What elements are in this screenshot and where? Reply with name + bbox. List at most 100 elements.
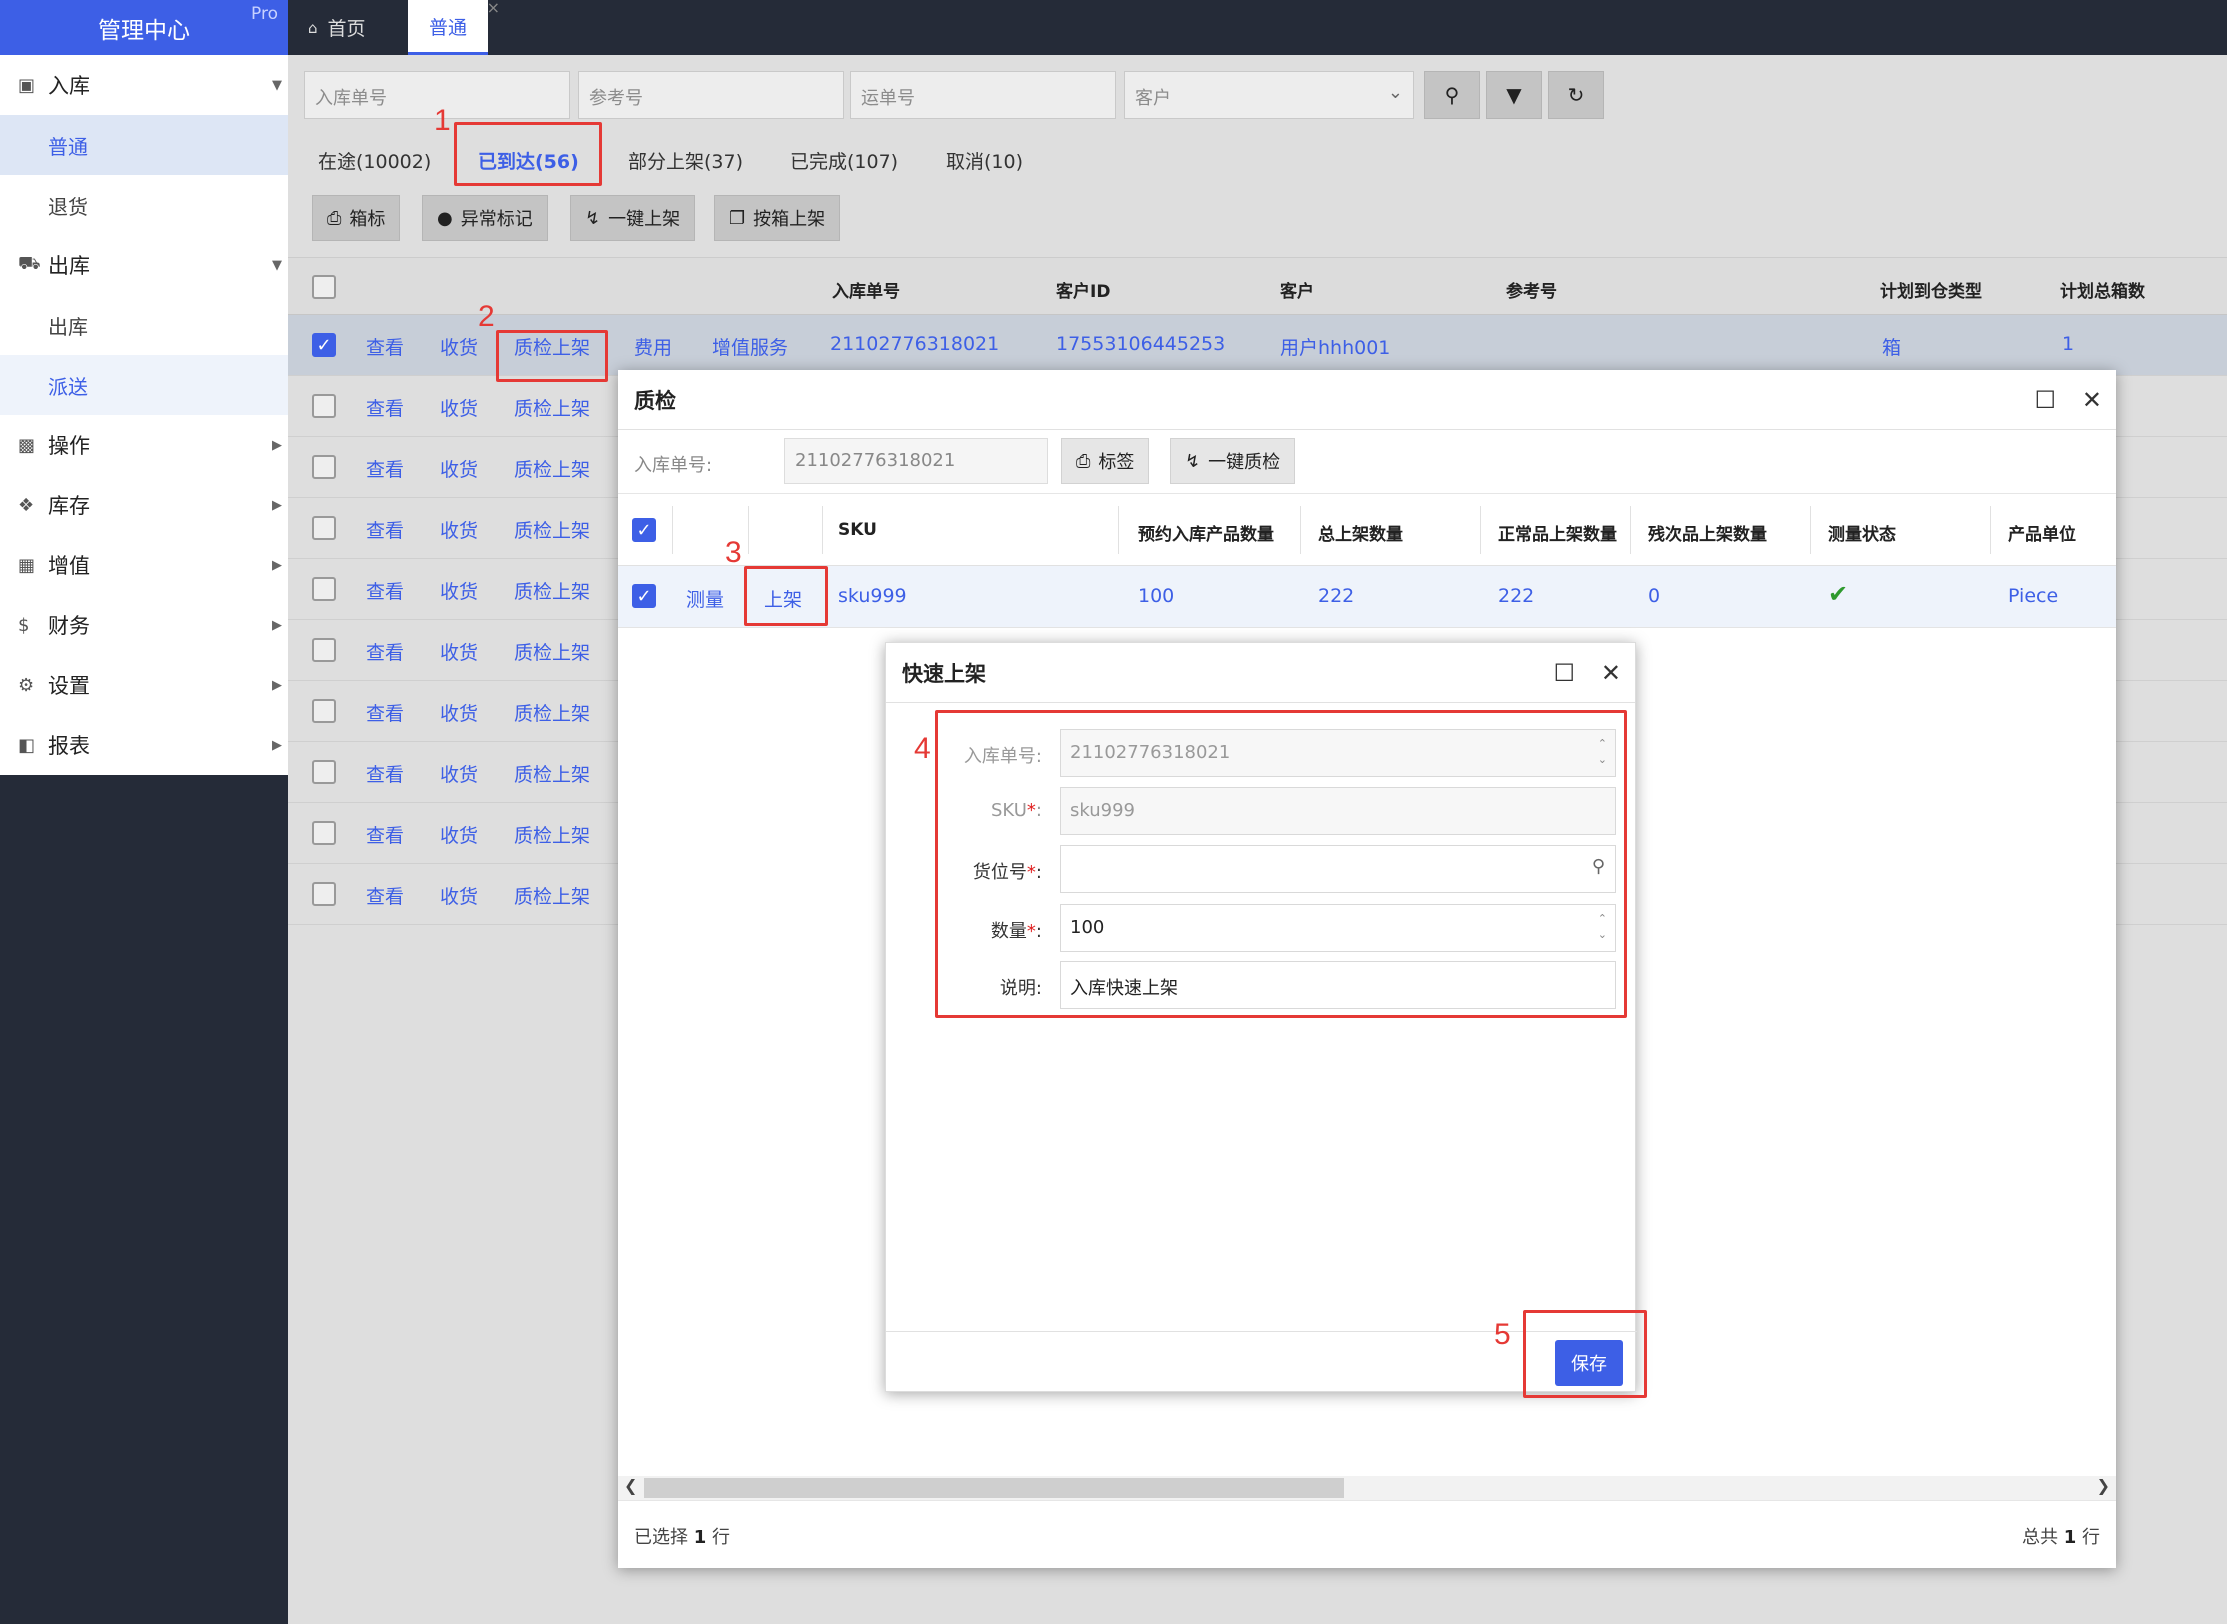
- menu-operation[interactable]: ▩ 操作 ▶: [0, 415, 288, 475]
- menu-outbound-out[interactable]: 出库: [0, 295, 288, 355]
- qc-shelve-link[interactable]: 质检上架: [514, 516, 590, 543]
- receive-link[interactable]: 收货: [440, 455, 478, 482]
- app-logo[interactable]: 管理中心 Pro: [0, 0, 288, 55]
- maximize-icon[interactable]: ☐: [2034, 386, 2056, 414]
- qc-modal-header: 质检 ☐ ✕: [618, 370, 2116, 430]
- row-checkbox[interactable]: [312, 638, 336, 662]
- menu-inventory[interactable]: ❖ 库存 ▶: [0, 475, 288, 535]
- tab-partial-shelved[interactable]: 部分上架(37): [628, 147, 743, 174]
- qc-label-button[interactable]: ⎙ 标签: [1061, 438, 1150, 484]
- receive-link[interactable]: 收货: [440, 760, 478, 787]
- maximize-icon[interactable]: ☐: [1553, 659, 1575, 687]
- search-button[interactable]: ⚲: [1424, 71, 1480, 119]
- qc-one-click-text: 一键质检: [1208, 452, 1281, 473]
- receive-link[interactable]: 收货: [440, 821, 478, 848]
- horizontal-scrollbar[interactable]: ❮ ❯: [618, 1476, 2116, 1500]
- close-tab-icon[interactable]: ×: [487, 0, 500, 17]
- row-checkbox[interactable]: [312, 821, 336, 845]
- menu-reports[interactable]: ◧ 报表 ▶: [0, 715, 288, 775]
- qc-shelve-link[interactable]: 质检上架: [514, 882, 590, 909]
- menu-settings[interactable]: ⚙ 设置 ▶: [0, 655, 288, 715]
- close-icon[interactable]: ✕: [2082, 386, 2102, 414]
- menu-outbound-delivery[interactable]: 派送: [0, 355, 288, 415]
- refresh-button[interactable]: ↻: [1548, 71, 1604, 119]
- qc-shelve-link[interactable]: 质检上架: [514, 638, 590, 665]
- row-checkbox[interactable]: [312, 699, 336, 723]
- scroll-left-icon[interactable]: ❮: [624, 1476, 637, 1495]
- menu-outbound[interactable]: ⛟ 出库 ▼: [0, 235, 288, 295]
- waybill-no-input[interactable]: 运单号: [850, 71, 1116, 119]
- qc-shelve-link[interactable]: 质检上架: [514, 760, 590, 787]
- qc-inbound-input[interactable]: 21102776318021: [784, 438, 1048, 484]
- customer-select[interactable]: 客户 ⌄: [1124, 71, 1414, 119]
- selected-count: 已选择 1 行: [634, 1523, 730, 1549]
- menu-finance[interactable]: $ 财务 ▶: [0, 595, 288, 655]
- receive-link[interactable]: 收货: [440, 516, 478, 543]
- total-prefix: 总共: [2022, 1527, 2058, 1548]
- filter-button[interactable]: ▼: [1486, 71, 1542, 119]
- receive-link[interactable]: 收货: [440, 638, 478, 665]
- view-link[interactable]: 查看: [366, 455, 404, 482]
- view-link[interactable]: 查看: [366, 333, 404, 360]
- receive-link[interactable]: 收货: [440, 394, 478, 421]
- row-checkbox[interactable]: [312, 760, 336, 784]
- view-link[interactable]: 查看: [366, 882, 404, 909]
- row-checkbox[interactable]: [312, 577, 336, 601]
- select-all-checkbox[interactable]: [312, 275, 336, 299]
- total-number: 1: [2063, 1527, 2077, 1548]
- qc-shelve-link[interactable]: 质检上架: [514, 699, 590, 726]
- qc-row-checkbox[interactable]: ✓: [632, 584, 656, 608]
- one-click-shelve-button[interactable]: ↯ 一键上架: [570, 195, 696, 241]
- pro-badge: Pro: [251, 4, 278, 24]
- row-checkbox[interactable]: [312, 516, 336, 540]
- menu-inbound-return[interactable]: 退货: [0, 175, 288, 235]
- tab-home[interactable]: ⌂ 首页: [308, 0, 366, 55]
- menu-inbound[interactable]: ▣ 入库 ▼: [0, 55, 288, 115]
- menu-value-added[interactable]: ▦ 增值 ▶: [0, 535, 288, 595]
- receive-link[interactable]: 收货: [440, 577, 478, 604]
- box-label-button[interactable]: ⎙ 箱标: [312, 195, 401, 241]
- receive-link[interactable]: 收货: [440, 333, 478, 360]
- ref-no-input[interactable]: 参考号: [578, 71, 844, 119]
- menu-inbound-label: 入库: [48, 74, 90, 98]
- qc-shelve-link[interactable]: 质检上架: [514, 577, 590, 604]
- view-link[interactable]: 查看: [366, 577, 404, 604]
- qc-one-click-button[interactable]: ↯ 一键质检: [1170, 438, 1296, 484]
- customer-cell: 用户hhh001: [1280, 337, 1391, 359]
- view-link[interactable]: 查看: [366, 821, 404, 848]
- tab-in-transit[interactable]: 在途(10002): [318, 147, 431, 174]
- grid-icon: ▦: [18, 554, 36, 576]
- exception-mark-button[interactable]: ● 异常标记: [422, 195, 548, 241]
- view-link[interactable]: 查看: [366, 394, 404, 421]
- row-checkbox[interactable]: [312, 394, 336, 418]
- qc-select-all-checkbox[interactable]: ✓: [632, 518, 656, 542]
- view-link[interactable]: 查看: [366, 638, 404, 665]
- measure-link[interactable]: 测量: [686, 585, 724, 612]
- shelve-by-box-button[interactable]: ❐ 按箱上架: [714, 195, 841, 241]
- qc-shelve-link[interactable]: 质检上架: [514, 821, 590, 848]
- tab-cancelled[interactable]: 取消(10): [946, 147, 1023, 174]
- view-link[interactable]: 查看: [366, 516, 404, 543]
- bar-chart-icon: ◧: [18, 734, 36, 756]
- row-checkbox[interactable]: ✓: [312, 333, 336, 357]
- receive-link[interactable]: 收货: [440, 699, 478, 726]
- receive-link[interactable]: 收货: [440, 882, 478, 909]
- tab-normal[interactable]: 普通 ×: [408, 0, 500, 55]
- scroll-thumb[interactable]: [644, 1478, 1344, 1498]
- view-link[interactable]: 查看: [366, 699, 404, 726]
- scroll-right-icon[interactable]: ❯: [2097, 1476, 2110, 1495]
- qc-shelve-link[interactable]: 质检上架: [514, 455, 590, 482]
- row-checkbox[interactable]: [312, 455, 336, 479]
- menu-inbound-normal[interactable]: 普通: [0, 115, 288, 175]
- fee-link[interactable]: 费用: [634, 333, 672, 360]
- tab-completed[interactable]: 已完成(107): [790, 147, 898, 174]
- qc-shelve-link[interactable]: 质检上架: [514, 394, 590, 421]
- row-checkbox[interactable]: [312, 882, 336, 906]
- annotation-box-3: [744, 566, 828, 626]
- value-added-link[interactable]: 增值服务: [712, 333, 788, 360]
- close-icon[interactable]: ✕: [1601, 659, 1621, 687]
- view-link[interactable]: 查看: [366, 760, 404, 787]
- qc-planned-value: 100: [1138, 585, 1175, 607]
- annotation-box-1: [454, 122, 602, 186]
- bolt-icon: ↯: [585, 207, 601, 229]
